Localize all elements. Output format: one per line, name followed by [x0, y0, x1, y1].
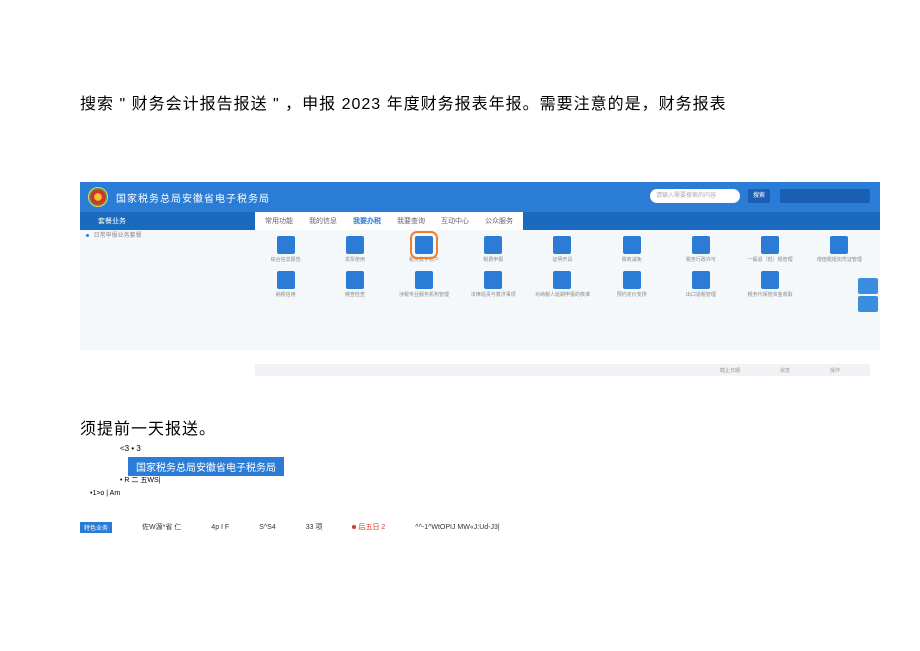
grid-item-pro-service[interactable]: 涉税专业服务机构管理: [393, 271, 454, 298]
lower-dots: <3 • 3: [120, 444, 141, 453]
float-help-button[interactable]: [858, 278, 878, 294]
nav-tab-public[interactable]: 公众服务: [485, 216, 513, 226]
module-icon: [761, 271, 779, 289]
lower-meta-2: •1>o | Am: [90, 490, 120, 497]
grid-item-tax-declare[interactable]: 税费申报: [463, 236, 524, 263]
user-badge[interactable]: [780, 189, 870, 203]
module-icon: [415, 236, 433, 254]
grid-item-digital-account[interactable]: 税务数字账户: [393, 236, 454, 263]
nav-tab-interact[interactable]: 互动中心: [441, 216, 469, 226]
sidebar-item[interactable]: 日常申报业务套餐: [80, 230, 144, 242]
app-title: 国家税务总局安徽省电子税务局: [116, 190, 270, 205]
instruction-line-1: 搜索 " 财务会计报告报送 " ，申报 2023 年度财务报表年报。需要注意的是…: [80, 90, 727, 114]
module-icon: [553, 236, 571, 254]
sidebar-item-label: 日常申报业务套餐: [94, 233, 142, 239]
app-header-bar: 国家税务总局安徽省电子税务局 请输入需要搜索的内容 搜索: [80, 182, 880, 212]
table-header-strip: 截止日期 状态 操作: [255, 364, 870, 376]
function-grid: 综合信息报告 发票使用 税务数字账户 税费申报 证明开具 税收减免 税务行政许可…: [255, 236, 870, 298]
footer-item-2: 4p I F: [211, 524, 229, 531]
national-emblem-icon: [88, 187, 108, 207]
lower-title-bar: 国家税务总局安徽省电子税务局: [128, 457, 284, 476]
module-icon: [830, 236, 848, 254]
bottom-bar: 截止日期 状态 操作: [80, 350, 880, 382]
app-screenshot: 国家税务总局安徽省电子税务局 请输入需要搜索的内容 搜索 套餐业务 常用功能 我…: [80, 182, 880, 382]
module-icon: [623, 236, 641, 254]
search-button[interactable]: 搜索: [748, 189, 770, 203]
module-icon: [623, 271, 641, 289]
module-icon: [553, 271, 571, 289]
footer-item-3: S^S4: [259, 524, 276, 531]
instruction-line-2: 须提前一天报送。: [80, 415, 216, 439]
nav-tabs: 常用功能 我的信息 我要办税 我要查询 互动中心 公众服务: [255, 212, 523, 230]
grid-item-custody[interactable]: 税务代保管资金收取: [740, 271, 801, 298]
module-icon: [277, 236, 295, 254]
module-icon: [761, 236, 779, 254]
footer-count: 33 项: [306, 522, 323, 532]
footer-badge[interactable]: 特色业务: [80, 522, 112, 533]
bullet-icon: [86, 234, 89, 237]
nav-tab-common[interactable]: 常用功能: [265, 216, 293, 226]
grid-item-tax-reduce[interactable]: 税收减免: [601, 236, 662, 263]
footer-upcoming: 后五日 2: [352, 522, 385, 532]
footer-item-1: 佐W源*省 仁: [142, 522, 181, 532]
module-icon: [346, 271, 364, 289]
grid-item-pricing[interactable]: 预约定价安排: [601, 271, 662, 298]
grid-item-credit[interactable]: 纳税信用: [255, 271, 316, 298]
lower-meta-1: • R 二 五WS|: [120, 475, 160, 485]
red-dot-icon: [352, 525, 356, 529]
footer-right-text: ^^-1^WtOPIJ MW«J:Ud-J3|: [415, 524, 499, 531]
grid-item-refund[interactable]: 一般退（抵）税管理: [740, 236, 801, 263]
nav-tab-handle[interactable]: 我要办税: [353, 216, 381, 226]
module-icon: [277, 271, 295, 289]
module-icon: [484, 236, 502, 254]
grid-item-delay[interactable]: 对纳税人延期申报的核准: [532, 271, 593, 298]
module-icon: [484, 271, 502, 289]
grid-item-vat-credential[interactable]: 增值税抵扣凭证管理: [809, 236, 870, 263]
grid-item-export-refund[interactable]: 出口退税管理: [670, 271, 731, 298]
float-chat-button[interactable]: [858, 296, 878, 312]
footer-row: 特色业务 佐W源*省 仁 4p I F S^S4 33 项 后五日 2 ^^-1…: [80, 520, 720, 534]
col-status: 状态: [780, 367, 790, 374]
nav-tab-query[interactable]: 我要查询: [397, 216, 425, 226]
grid-item-invoice[interactable]: 发票使用: [324, 236, 385, 263]
search-input[interactable]: 请输入需要搜索的内容: [650, 189, 740, 203]
module-icon: [692, 236, 710, 254]
grid-item-info-report[interactable]: 综合信息报告: [255, 236, 316, 263]
col-deadline: 截止日期: [720, 367, 740, 374]
module-icon: [692, 271, 710, 289]
grid-item-tax-admin[interactable]: 税务行政许可: [670, 236, 731, 263]
grid-item-inspect[interactable]: 稽查检查: [324, 271, 385, 298]
module-icon: [415, 271, 433, 289]
module-icon: [346, 236, 364, 254]
side-float-panel: [858, 278, 878, 314]
sidebar-header: 套餐业务: [80, 216, 126, 226]
grid-item-cert[interactable]: 证明开具: [532, 236, 593, 263]
nav-tab-myinfo[interactable]: 我的信息: [309, 216, 337, 226]
grid-item-legal[interactable]: 法律追责与救济事项: [463, 271, 524, 298]
col-action: 操作: [830, 367, 840, 374]
